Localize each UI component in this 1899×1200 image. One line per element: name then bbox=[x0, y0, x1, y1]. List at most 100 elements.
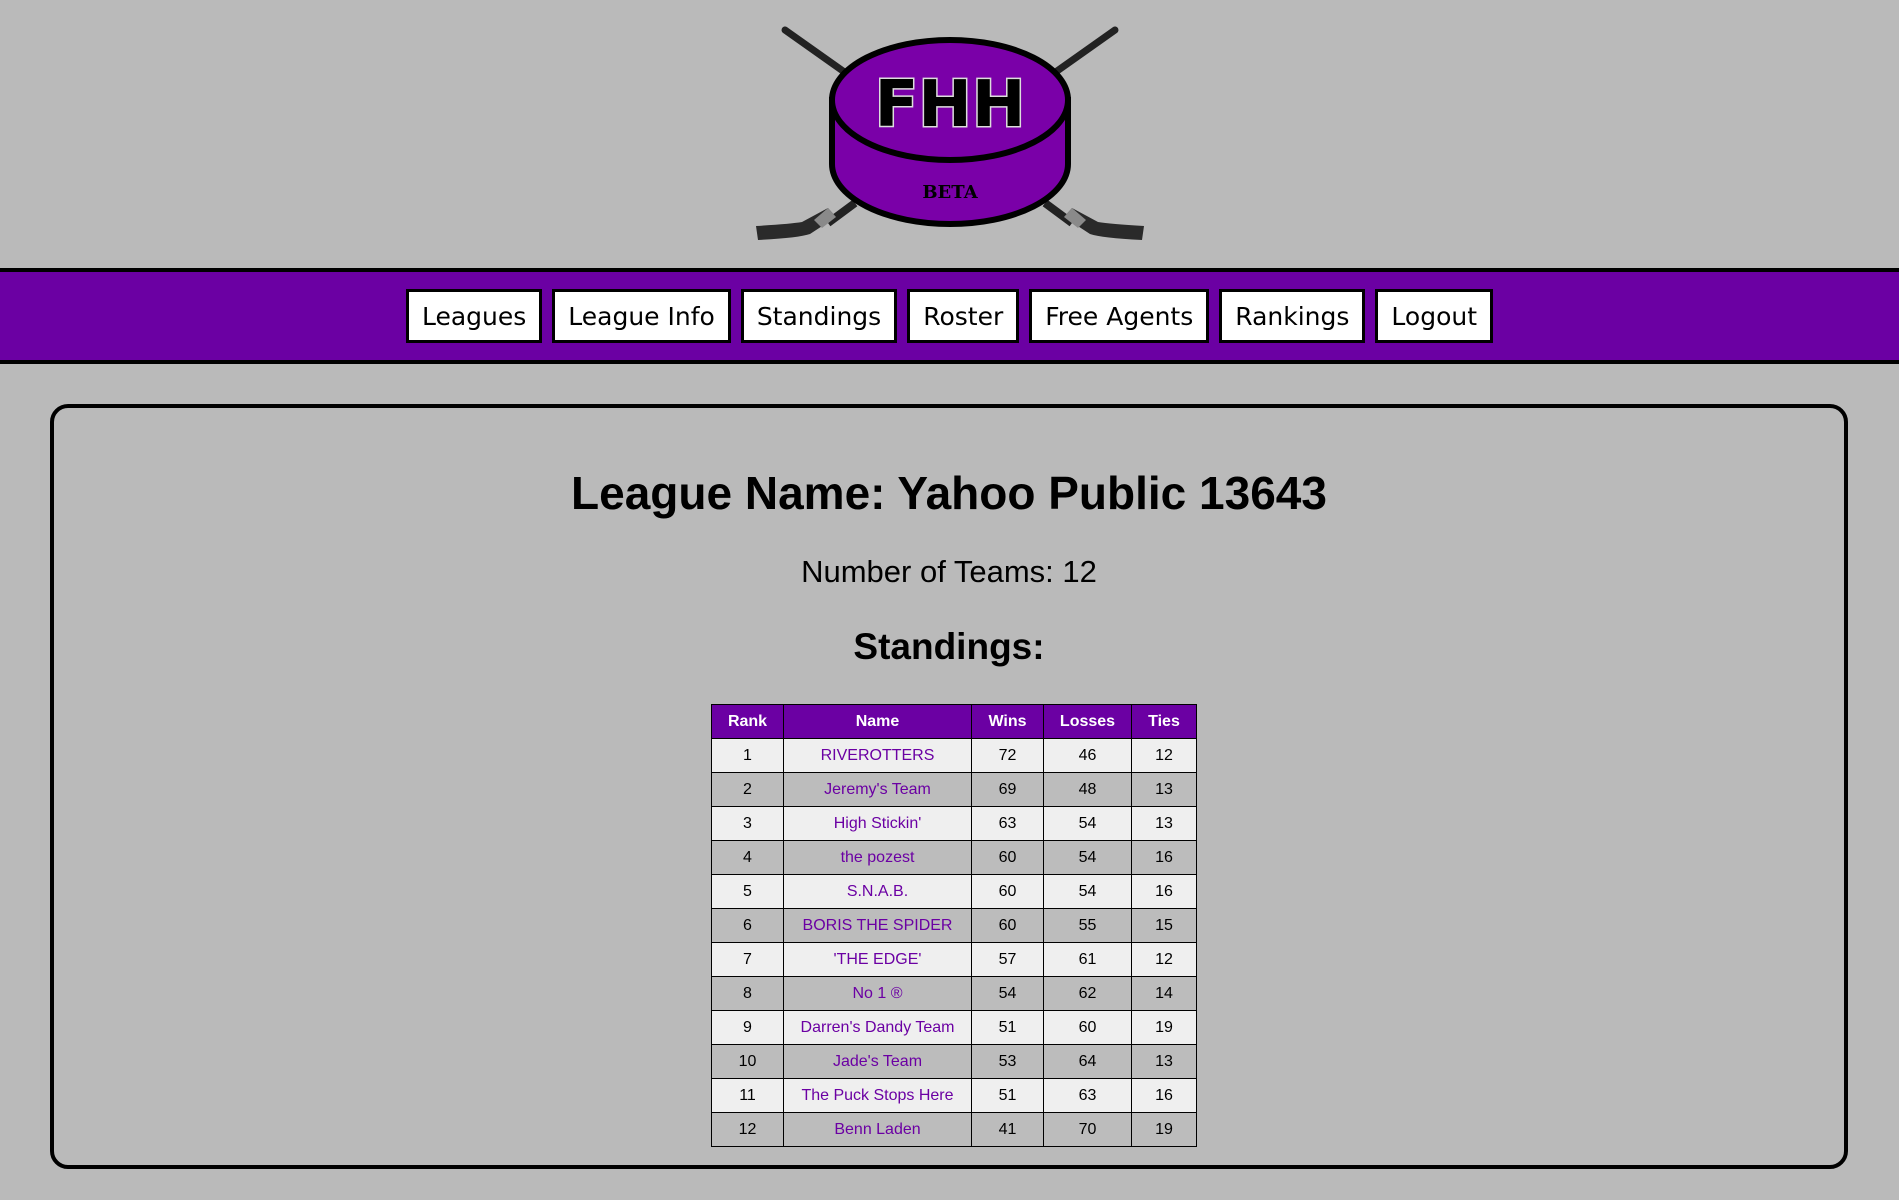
losses-cell: 54 bbox=[1043, 840, 1132, 875]
column-header-name: Name bbox=[783, 704, 972, 739]
wins-cell: 60 bbox=[971, 908, 1044, 943]
ties-cell: 13 bbox=[1131, 1044, 1197, 1079]
nav-standings-button[interactable]: Standings bbox=[740, 289, 898, 343]
nav-leagues-button[interactable]: Leagues bbox=[405, 289, 543, 343]
losses-cell: 55 bbox=[1043, 908, 1132, 943]
wins-cell: 53 bbox=[971, 1044, 1044, 1079]
name-cell: Jade's Team bbox=[783, 1044, 972, 1079]
rank-cell: 11 bbox=[711, 1078, 784, 1113]
ties-cell: 13 bbox=[1131, 806, 1197, 841]
losses-cell: 54 bbox=[1043, 806, 1132, 841]
wins-cell: 69 bbox=[971, 772, 1044, 807]
rank-cell: 4 bbox=[711, 840, 784, 875]
name-cell: Darren's Dandy Team bbox=[783, 1010, 972, 1045]
logo-text: FHH bbox=[875, 68, 1026, 142]
wins-cell: 54 bbox=[971, 976, 1044, 1011]
wins-cell: 57 bbox=[971, 942, 1044, 977]
wins-cell: 63 bbox=[971, 806, 1044, 841]
nav-roster-button[interactable]: Roster bbox=[907, 289, 1020, 343]
ties-cell: 16 bbox=[1131, 840, 1197, 875]
ties-cell: 12 bbox=[1131, 738, 1197, 773]
nav-free-agents-button[interactable]: Free Agents bbox=[1029, 289, 1210, 343]
rank-cell: 3 bbox=[711, 806, 784, 841]
rank-cell: 7 bbox=[711, 942, 784, 977]
losses-cell: 64 bbox=[1043, 1044, 1132, 1079]
main-nav: Leagues League Info Standings Roster Fre… bbox=[0, 268, 1899, 364]
team-link[interactable]: The Puck Stops Here bbox=[801, 1087, 953, 1104]
table-row: 10 Jade's Team 53 64 13 bbox=[711, 1044, 1197, 1079]
standings-table: Rank Name Wins Losses Ties 1 RIVEROTTERS… bbox=[711, 704, 1197, 1147]
league-title: League Name: Yahoo Public 13643 bbox=[571, 467, 1327, 519]
ties-cell: 19 bbox=[1131, 1010, 1197, 1045]
table-row: 3 High Stickin' 63 54 13 bbox=[711, 806, 1197, 841]
team-link[interactable]: the pozest bbox=[841, 849, 915, 866]
ties-cell: 16 bbox=[1131, 874, 1197, 909]
team-link[interactable]: High Stickin' bbox=[834, 815, 922, 832]
league-info-panel: League Name: Yahoo Public 13643 Number o… bbox=[50, 404, 1848, 1169]
number-of-teams: Number of Teams: 12 bbox=[801, 554, 1097, 589]
table-row: 5 S.N.A.B. 60 54 16 bbox=[711, 874, 1197, 909]
table-row: 11 The Puck Stops Here 51 63 16 bbox=[711, 1078, 1197, 1113]
ties-cell: 14 bbox=[1131, 976, 1197, 1011]
name-cell: No 1 ® bbox=[783, 976, 972, 1011]
rank-cell: 1 bbox=[711, 738, 784, 773]
wins-cell: 60 bbox=[971, 840, 1044, 875]
nav-rankings-button[interactable]: Rankings bbox=[1219, 289, 1366, 343]
losses-cell: 60 bbox=[1043, 1010, 1132, 1045]
table-row: 8 No 1 ® 54 62 14 bbox=[711, 976, 1197, 1011]
losses-cell: 61 bbox=[1043, 942, 1132, 977]
losses-cell: 70 bbox=[1043, 1112, 1132, 1147]
team-link[interactable]: 'THE EDGE' bbox=[834, 951, 922, 968]
logo-beta-text: BETA bbox=[922, 182, 978, 203]
column-header-rank: Rank bbox=[711, 704, 784, 739]
rank-cell: 8 bbox=[711, 976, 784, 1011]
team-link[interactable]: BORIS THE SPIDER bbox=[803, 917, 953, 934]
table-row: 12 Benn Laden 41 70 19 bbox=[711, 1112, 1197, 1147]
name-cell: BORIS THE SPIDER bbox=[783, 908, 972, 943]
wins-cell: 60 bbox=[971, 874, 1044, 909]
team-link[interactable]: RIVEROTTERS bbox=[821, 747, 935, 764]
name-cell: the pozest bbox=[783, 840, 972, 875]
team-link[interactable]: Benn Laden bbox=[834, 1121, 920, 1138]
team-link[interactable]: Jade's Team bbox=[833, 1053, 922, 1070]
team-link[interactable]: Darren's Dandy Team bbox=[801, 1019, 955, 1036]
ties-cell: 15 bbox=[1131, 908, 1197, 943]
name-cell: RIVEROTTERS bbox=[783, 738, 972, 773]
name-cell: S.N.A.B. bbox=[783, 874, 972, 909]
column-header-losses: Losses bbox=[1043, 704, 1132, 739]
column-header-wins: Wins bbox=[971, 704, 1044, 739]
standings-header-row: Rank Name Wins Losses Ties bbox=[711, 704, 1197, 739]
ties-cell: 12 bbox=[1131, 942, 1197, 977]
rank-cell: 12 bbox=[711, 1112, 784, 1147]
ties-cell: 19 bbox=[1131, 1112, 1197, 1147]
rank-cell: 9 bbox=[711, 1010, 784, 1045]
losses-cell: 48 bbox=[1043, 772, 1132, 807]
wins-cell: 72 bbox=[971, 738, 1044, 773]
team-link[interactable]: S.N.A.B. bbox=[847, 883, 908, 900]
rank-cell: 5 bbox=[711, 874, 784, 909]
wins-cell: 41 bbox=[971, 1112, 1044, 1147]
table-row: 9 Darren's Dandy Team 51 60 19 bbox=[711, 1010, 1197, 1045]
team-link[interactable]: No 1 ® bbox=[852, 985, 902, 1002]
header-logo-area: FHH BETA bbox=[0, 0, 1899, 268]
name-cell: The Puck Stops Here bbox=[783, 1078, 972, 1113]
rank-cell: 6 bbox=[711, 908, 784, 943]
losses-cell: 62 bbox=[1043, 976, 1132, 1011]
wins-cell: 51 bbox=[971, 1078, 1044, 1113]
ties-cell: 16 bbox=[1131, 1078, 1197, 1113]
nav-league-info-button[interactable]: League Info bbox=[552, 289, 731, 343]
losses-cell: 63 bbox=[1043, 1078, 1132, 1113]
ties-cell: 13 bbox=[1131, 772, 1197, 807]
table-row: 2 Jeremy's Team 69 48 13 bbox=[711, 772, 1197, 807]
table-row: 6 BORIS THE SPIDER 60 55 15 bbox=[711, 908, 1197, 943]
standings-heading: Standings: bbox=[853, 626, 1045, 667]
hockey-puck-sticks-icon: FHH BETA bbox=[756, 26, 1144, 240]
rank-cell: 2 bbox=[711, 772, 784, 807]
nav-logout-button[interactable]: Logout bbox=[1375, 289, 1494, 343]
name-cell: 'THE EDGE' bbox=[783, 942, 972, 977]
name-cell: High Stickin' bbox=[783, 806, 972, 841]
losses-cell: 46 bbox=[1043, 738, 1132, 773]
team-link[interactable]: Jeremy's Team bbox=[824, 781, 931, 798]
table-row: 4 the pozest 60 54 16 bbox=[711, 840, 1197, 875]
name-cell: Benn Laden bbox=[783, 1112, 972, 1147]
